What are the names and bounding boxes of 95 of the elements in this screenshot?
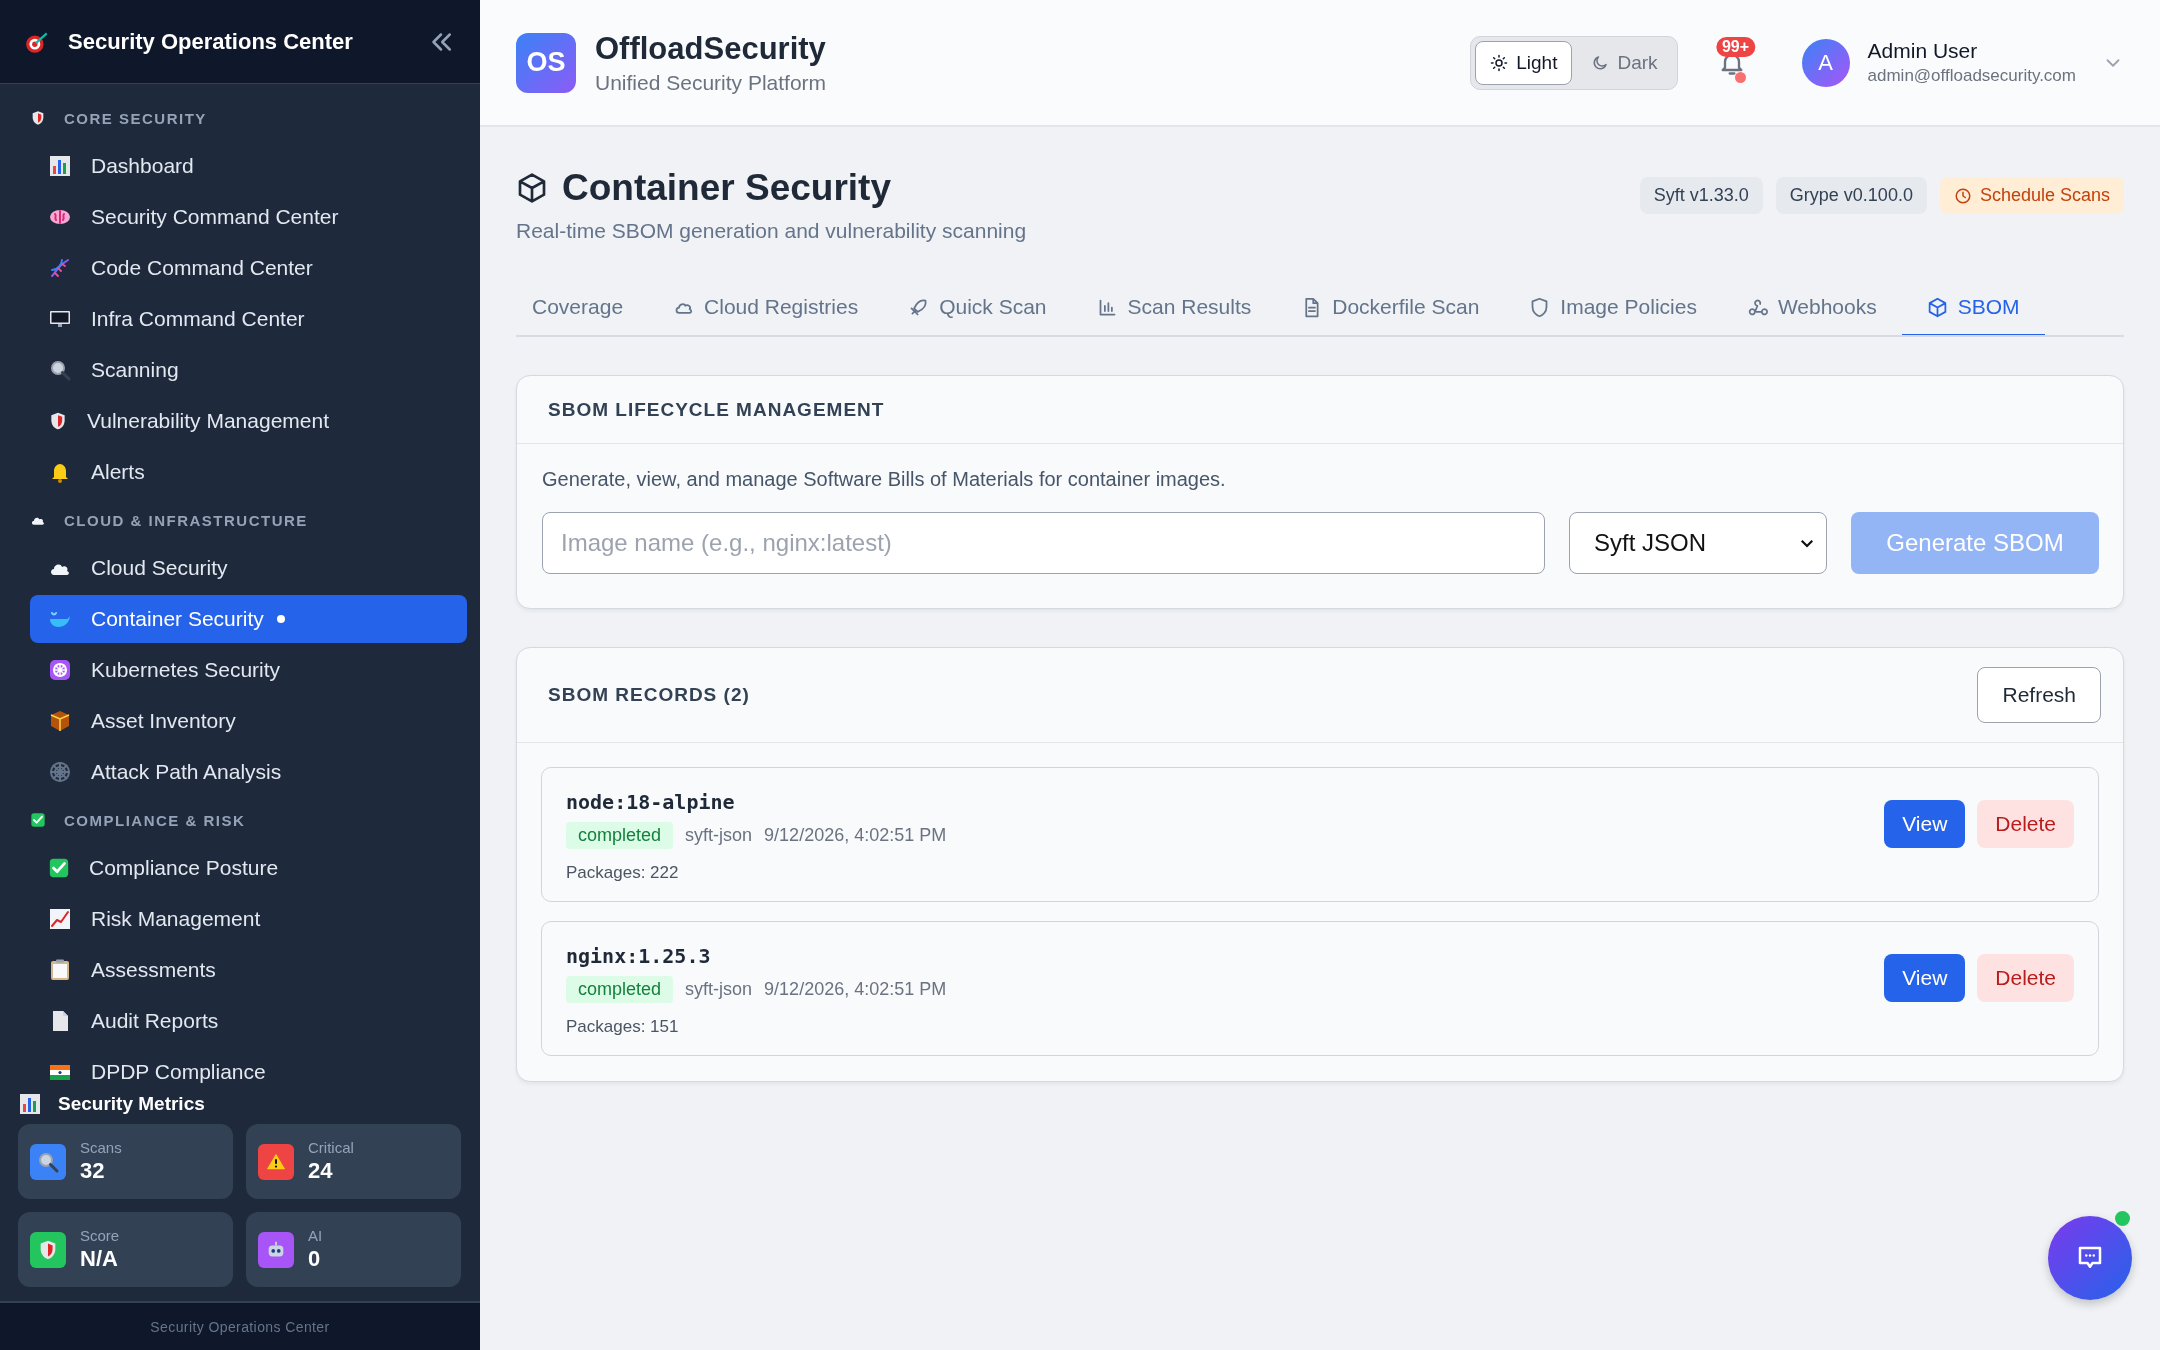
tab[interactable]: Image Policies xyxy=(1504,281,1722,335)
metric-value: 24 xyxy=(308,1158,334,1184)
sun-icon xyxy=(1490,53,1509,72)
view-button[interactable]: View xyxy=(1884,954,1966,1002)
metrics-title: Security Metrics xyxy=(58,1093,205,1115)
tab[interactable]: Webhooks xyxy=(1721,281,1902,335)
metric-label: Score xyxy=(80,1227,120,1244)
format-select[interactable]: Syft JSON xyxy=(1569,512,1827,574)
nav-item[interactable]: Risk Management xyxy=(30,895,467,943)
nav-item[interactable]: Kubernetes Security xyxy=(30,646,467,694)
bar-chart-icon xyxy=(18,1092,42,1116)
page-title: Container Security xyxy=(562,167,891,209)
status-badge: completed xyxy=(566,822,674,849)
nav-item[interactable]: Asset Inventory xyxy=(30,697,467,745)
theme-option[interactable]: Dark xyxy=(1576,40,1673,85)
view-button[interactable]: View xyxy=(1884,800,1966,848)
nav-item[interactable]: DPDP Compliance xyxy=(30,1048,467,1084)
helix-icon xyxy=(48,256,72,280)
wheel-icon xyxy=(48,658,72,682)
nav-item[interactable]: Code Command Center xyxy=(30,244,467,292)
image-name-field[interactable]: Image name (e.g., nginx:latest) xyxy=(542,512,1545,574)
package-count: Packages: 151 xyxy=(566,1017,680,1037)
active-dot xyxy=(276,615,285,623)
nav-item[interactable]: Assessments xyxy=(30,946,467,994)
app-logo: OS xyxy=(516,32,576,93)
image-name: node:18-alpine xyxy=(566,790,736,814)
tab[interactable]: Dockerfile Scan xyxy=(1276,281,1505,335)
metric-label: Scans xyxy=(80,1139,122,1156)
nav-item[interactable]: Attack Path Analysis xyxy=(30,748,467,796)
nav-item[interactable]: Alerts xyxy=(30,448,467,496)
metric-value: 0 xyxy=(308,1246,322,1272)
user-email: admin@offloadsecurity.com xyxy=(1867,66,2076,86)
tab[interactable]: SBOM xyxy=(1901,281,2045,335)
app-title: Security Operations Center xyxy=(68,28,354,55)
line-chart-icon xyxy=(48,907,72,931)
nav-item[interactable]: Vulnerability Management xyxy=(30,397,467,445)
status-badge: completed xyxy=(566,976,674,1003)
moon-icon xyxy=(1591,53,1610,72)
metric-value: 32 xyxy=(80,1158,106,1184)
cube-icon xyxy=(1926,296,1948,318)
version-badge: Grype v0.100.0 xyxy=(1775,177,1927,214)
metric-label: AI xyxy=(308,1227,323,1244)
nav-item[interactable]: Cloud Security xyxy=(30,544,467,592)
nav-item[interactable]: Security Command Center xyxy=(30,193,467,241)
brand-tagline: Unified Security Platform xyxy=(595,70,828,95)
version-badge: Syft v1.33.0 xyxy=(1639,177,1763,214)
delete-button[interactable]: Delete xyxy=(1977,954,2074,1002)
tab[interactable]: Quick Scan xyxy=(883,281,1072,335)
delete-button[interactable]: Delete xyxy=(1977,800,2074,848)
timestamp: 9/12/2026, 4:02:51 PM xyxy=(764,979,947,1000)
brand-name: OffloadSecurity xyxy=(595,30,827,67)
tab[interactable]: Coverage xyxy=(516,281,649,335)
timestamp: 9/12/2026, 4:02:51 PM xyxy=(764,825,947,846)
bar-chart-icon xyxy=(48,154,72,178)
user-avatar[interactable]: A xyxy=(1801,38,1850,87)
card-title: SBOM RECORDS (2) xyxy=(548,684,751,706)
nav-item[interactable]: Compliance Posture xyxy=(30,844,467,892)
tab[interactable]: Cloud Registries xyxy=(648,281,884,335)
checkbox-icon xyxy=(30,812,46,828)
page-subtitle: Real-time SBOM generation and vulnerability scanning xyxy=(516,219,1028,243)
metric-label: Critical xyxy=(308,1139,354,1156)
clipboard-icon xyxy=(48,958,72,982)
checkbox-icon xyxy=(48,857,70,879)
user-name: Admin User xyxy=(1867,39,1979,63)
theme-option[interactable]: Light xyxy=(1475,40,1573,85)
nav-item[interactable]: Scanning xyxy=(30,346,467,394)
nav-item[interactable]: Audit Reports xyxy=(30,997,467,1045)
image-name: nginx:1.25.3 xyxy=(566,944,712,968)
card-title: SBOM LIFECYCLE MANAGEMENT xyxy=(548,398,886,421)
section-label: CORE SECURITY xyxy=(64,109,207,127)
shield-icon xyxy=(30,110,46,126)
card-description: Generate, view, and manage Software Bills of Materials for container images. xyxy=(542,468,1227,491)
clock-icon xyxy=(1953,186,1972,205)
tab[interactable]: Scan Results xyxy=(1071,281,1277,335)
spider-web-icon xyxy=(48,760,72,784)
nav-item[interactable]: Infra Command Center xyxy=(30,295,467,343)
footer-text: Security Operations Center xyxy=(150,1318,330,1335)
shield-icon xyxy=(48,411,68,431)
search-icon xyxy=(48,358,72,382)
chat-button[interactable] xyxy=(2048,1216,2132,1300)
package-count: Packages: 222 xyxy=(566,863,680,883)
online-dot xyxy=(2115,1211,2130,1226)
cube-icon xyxy=(516,172,548,204)
refresh-button[interactable]: Refresh xyxy=(1977,667,2101,723)
format-text: syft-json xyxy=(685,825,753,846)
unread-dot xyxy=(1734,71,1746,83)
format-text: syft-json xyxy=(685,979,753,1000)
package-icon xyxy=(48,709,72,733)
schedule-button[interactable]: Schedule Scans xyxy=(1939,177,2124,214)
nav-item[interactable]: Dashboard xyxy=(30,142,467,190)
nav-item[interactable]: Container Security xyxy=(30,595,467,643)
section-label: COMPLIANCE & RISK xyxy=(64,811,246,829)
notification-badge: 99+ xyxy=(1715,36,1756,57)
metric-value: N/A xyxy=(80,1246,119,1272)
section-label: CLOUD & INFRASTRUCTURE xyxy=(64,511,308,529)
